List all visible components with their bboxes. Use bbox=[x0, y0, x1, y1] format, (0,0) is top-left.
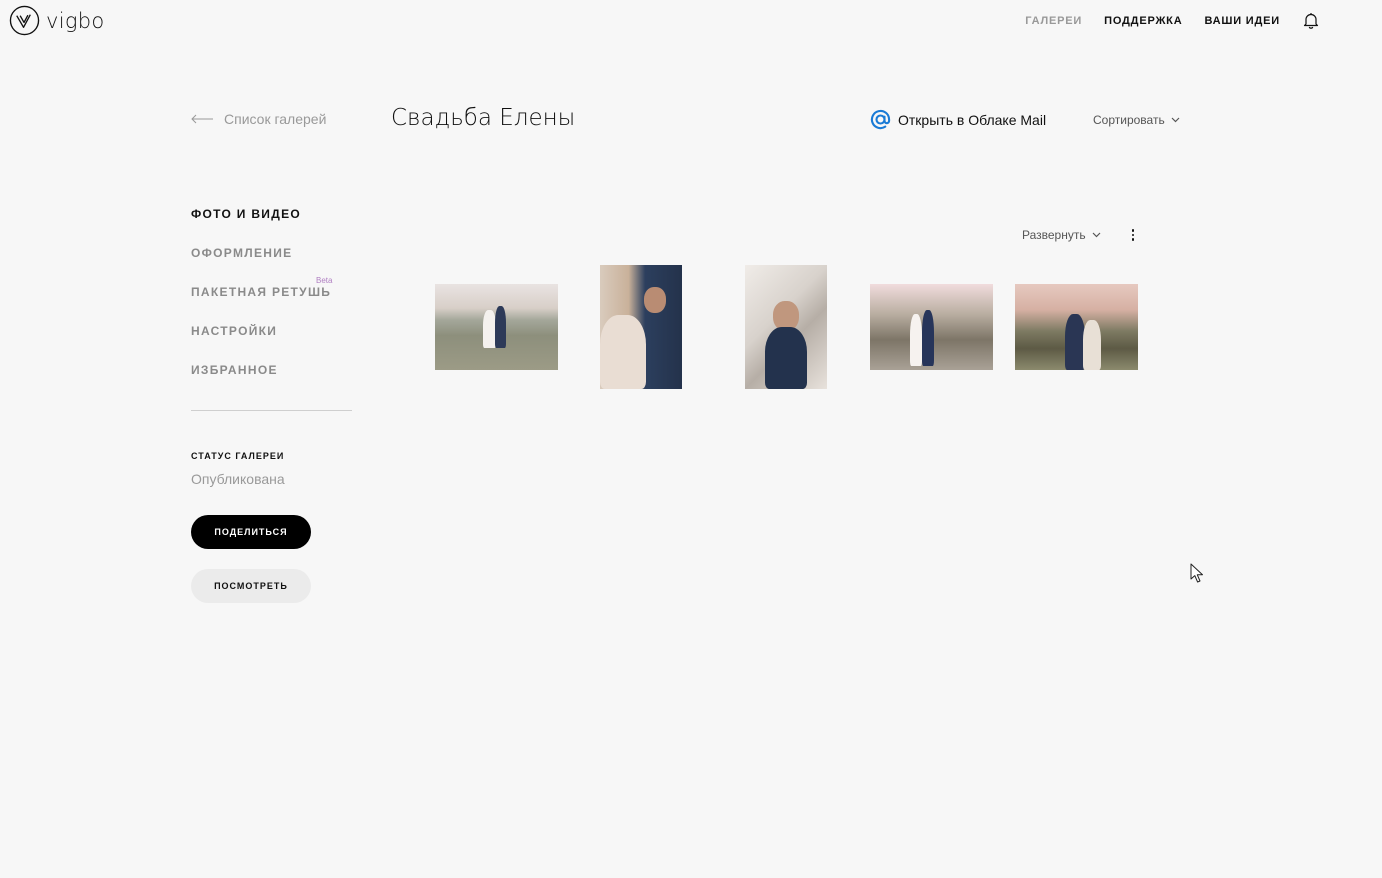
vigbo-logo-icon bbox=[9, 5, 40, 36]
photo-figure bbox=[922, 310, 934, 366]
expand-label: Развернуть bbox=[1022, 228, 1086, 242]
gallery-photo[interactable] bbox=[435, 284, 558, 370]
chevron-down-icon bbox=[1171, 117, 1180, 123]
nav-support[interactable]: ПОДДЕРЖКА bbox=[1104, 15, 1182, 27]
photo-figure bbox=[495, 306, 506, 348]
sort-label: Сортировать bbox=[1093, 113, 1165, 127]
brand-name: vigbo bbox=[46, 8, 105, 33]
open-in-cloud-mail-button[interactable]: Открыть в Облаке Mail bbox=[870, 109, 1046, 130]
arrow-left-icon bbox=[191, 114, 213, 124]
gallery-sidebar: ФОТО И ВИДЕО ОФОРМЛЕНИЕ ПАКЕТНАЯ РЕТУШЬ … bbox=[191, 207, 353, 402]
gallery-photo[interactable] bbox=[600, 265, 682, 389]
gallery-photo[interactable] bbox=[1015, 284, 1138, 370]
sidebar-item-label: ПАКЕТНАЯ РЕТУШЬ bbox=[191, 285, 332, 299]
gallery-status-label: СТАТУС ГАЛЕРЕИ bbox=[191, 451, 285, 461]
sidebar-item-batch-retouch[interactable]: ПАКЕТНАЯ РЕТУШЬ Beta bbox=[191, 276, 353, 324]
photo-figure bbox=[1083, 320, 1101, 370]
page-title: Свадьба Елены bbox=[391, 105, 576, 131]
more-options-icon[interactable] bbox=[1128, 228, 1138, 242]
bell-icon[interactable] bbox=[1302, 11, 1320, 29]
at-sign-icon bbox=[870, 109, 891, 130]
sidebar-divider bbox=[191, 410, 352, 411]
photo-figure bbox=[600, 315, 646, 389]
view-button[interactable]: ПОСМОТРЕТЬ bbox=[191, 569, 311, 603]
sidebar-item-favorites[interactable]: ИЗБРАННОЕ bbox=[191, 363, 353, 402]
gallery-photo[interactable] bbox=[745, 265, 827, 389]
gallery-status-value: Опубликована bbox=[191, 471, 285, 487]
share-button[interactable]: ПОДЕЛИТЬСЯ bbox=[191, 515, 311, 549]
chevron-down-icon bbox=[1092, 232, 1101, 238]
gallery-photo[interactable] bbox=[870, 284, 993, 370]
sidebar-item-photo-video[interactable]: ФОТО И ВИДЕО bbox=[191, 207, 353, 246]
photo-figure bbox=[765, 327, 807, 389]
logo[interactable]: vigbo bbox=[9, 5, 105, 36]
back-to-galleries-link[interactable]: Список галерей bbox=[191, 111, 326, 127]
photo-figure bbox=[1065, 314, 1085, 370]
expand-dropdown[interactable]: Развернуть bbox=[1022, 228, 1101, 242]
beta-badge: Beta bbox=[316, 276, 333, 285]
nav-ideas[interactable]: ВАШИ ИДЕИ bbox=[1204, 15, 1280, 27]
mouse-cursor-icon bbox=[1190, 563, 1203, 583]
sidebar-item-settings[interactable]: НАСТРОЙКИ bbox=[191, 324, 353, 363]
photo-figure bbox=[644, 287, 666, 313]
back-label: Список галерей bbox=[224, 111, 327, 127]
top-navigation: ГАЛЕРЕИ ПОДДЕРЖКА ВАШИ ИДЕИ bbox=[1025, 13, 1382, 29]
photo-figure bbox=[910, 314, 922, 366]
sort-dropdown[interactable]: Сортировать bbox=[1093, 113, 1180, 127]
cloud-label: Открыть в Облаке Mail bbox=[898, 111, 1047, 128]
nav-galleries[interactable]: ГАЛЕРЕИ bbox=[1025, 15, 1082, 27]
